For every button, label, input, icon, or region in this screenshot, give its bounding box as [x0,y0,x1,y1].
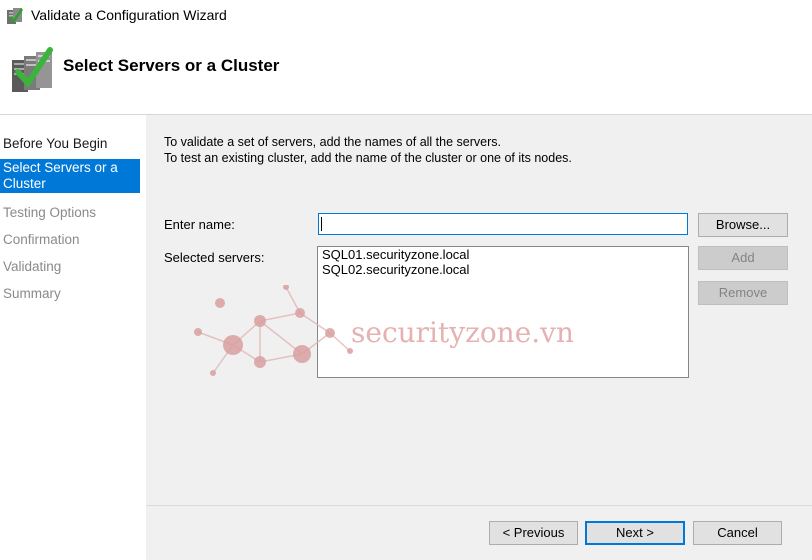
list-item[interactable]: SQL01.securityzone.local [318,247,688,262]
intro-line-1: To validate a set of servers, add the na… [164,135,501,149]
step-confirmation: Confirmation [3,232,80,247]
intro-text: To validate a set of servers, add the na… [164,134,572,166]
wizard-content: To validate a set of servers, add the na… [146,115,812,560]
page-title: Select Servers or a Cluster [63,56,280,75]
intro-line-2: To test an existing cluster, add the nam… [164,151,572,165]
footer-divider [146,505,812,506]
wizard-header: Select Servers or a Cluster [0,32,812,114]
next-button[interactable]: Next > [585,521,685,545]
window-title: Validate a Configuration Wizard [31,7,227,23]
step-select-servers[interactable]: Select Servers or a Cluster [0,159,140,193]
server-name-input[interactable] [318,213,688,235]
step-testing-options: Testing Options [3,205,97,220]
cancel-button[interactable]: Cancel [693,521,782,545]
text-caret [321,217,322,231]
cluster-check-icon [12,47,53,92]
enter-name-label: Enter name: [164,217,235,232]
selected-servers-list[interactable]: SQL01.securityzone.local SQL02.securityz… [317,246,689,378]
remove-button[interactable]: Remove [698,281,788,305]
wizard-steps: Before You Begin Select Servers or a Clu… [0,115,146,560]
list-item[interactable]: SQL02.securityzone.local [318,262,688,277]
previous-button[interactable]: < Previous [489,521,578,545]
step-summary: Summary [3,286,61,301]
browse-button[interactable]: Browse... [698,213,788,237]
title-bar: Validate a Configuration Wizard [0,0,812,32]
step-before-you-begin[interactable]: Before You Begin [0,135,140,153]
selected-servers-label: Selected servers: [164,250,265,265]
step-validating: Validating [3,259,62,274]
add-button[interactable]: Add [698,246,788,270]
cluster-validate-icon [7,8,24,24]
